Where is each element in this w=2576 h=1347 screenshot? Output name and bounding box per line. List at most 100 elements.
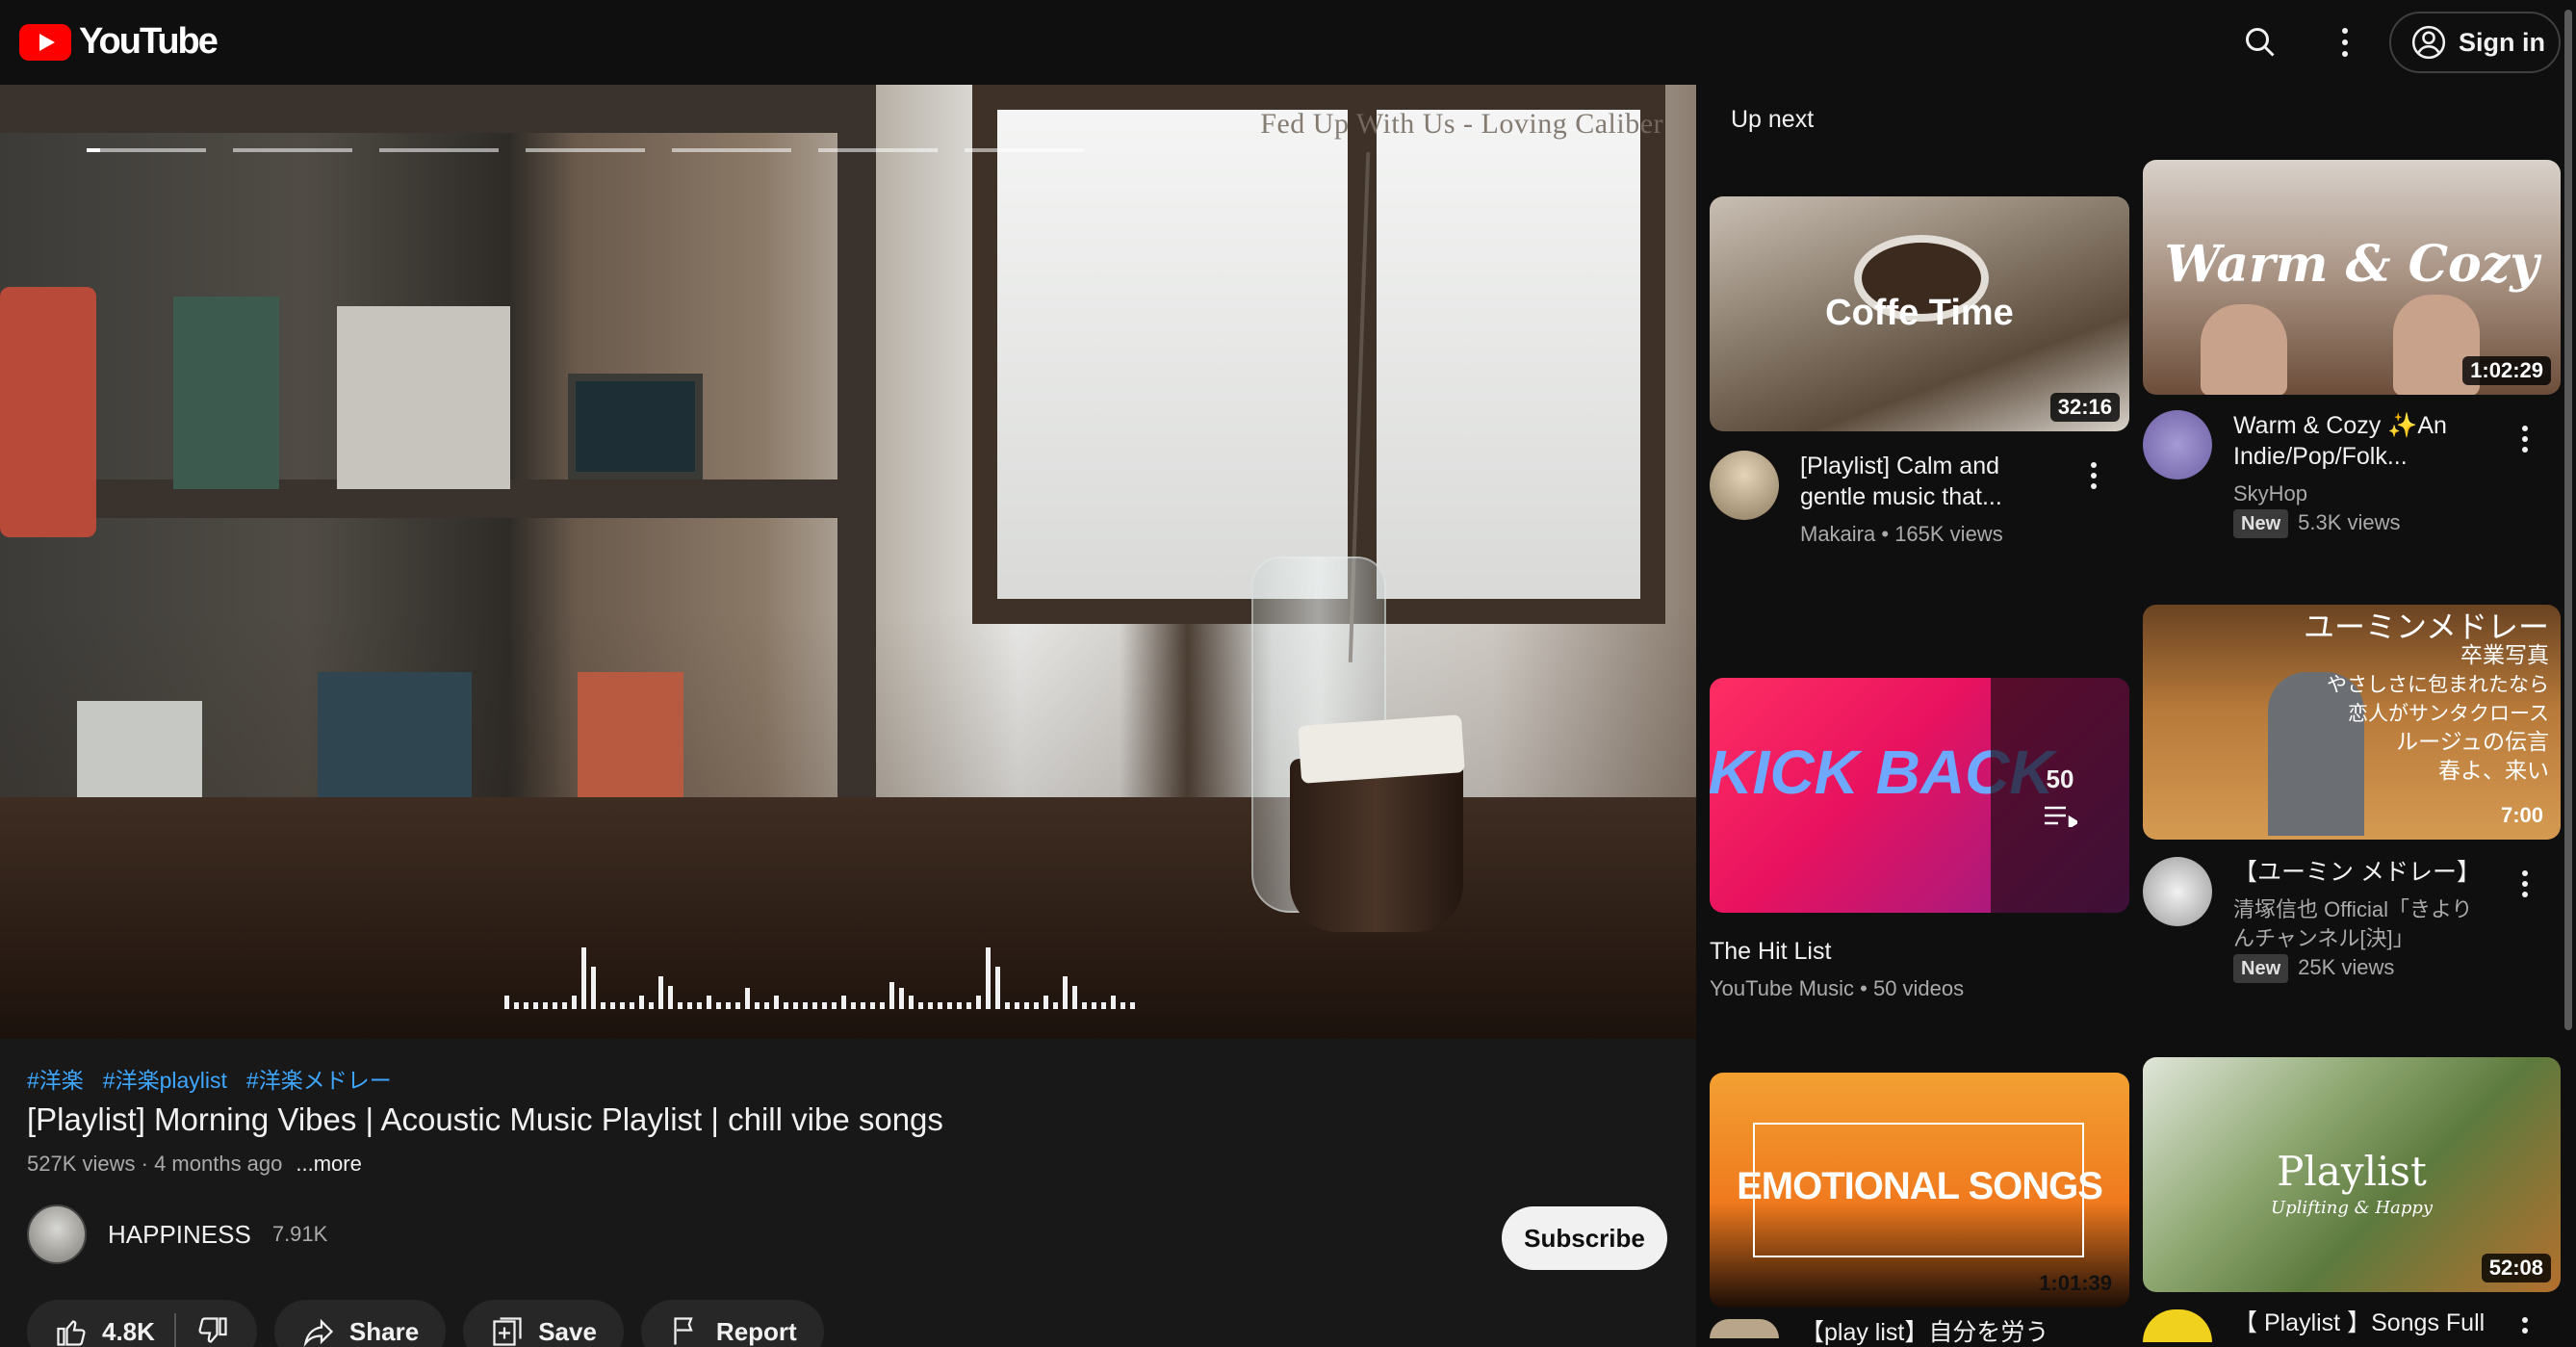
video-player[interactable]: Fed Up With Us - Loving Caliber [0,85,1696,1039]
red-jar [0,287,96,537]
subscribe-button[interactable]: Subscribe [1502,1206,1667,1270]
recommended-video[interactable]: EMOTIONAL SONGS 1:01:39 【play list】自分を労う [1710,1073,2129,1347]
visualizer-bar [553,1002,557,1009]
visualizer-bar [514,1002,519,1009]
thumbnail-title: Warm & Cozy [2164,235,2539,294]
more-actions-icon[interactable] [2089,462,2099,489]
scrollbar[interactable] [2564,10,2572,1030]
visualizer-bar [1092,1002,1096,1009]
channel-name[interactable]: HAPPINESS [108,1220,251,1250]
visualizer-bar [668,986,673,1009]
visualizer-bar [581,947,586,1009]
visualizer-bar [572,996,577,1009]
visualizer-bar [1082,1002,1087,1009]
more-actions-icon[interactable] [2520,870,2530,897]
share-button[interactable]: Share [273,1300,447,1347]
video-thumbnail[interactable]: EMOTIONAL SONGS 1:01:39 [1710,1073,2129,1308]
subscriber-count: 7.91K [271,1222,328,1246]
playlist-thumbnail[interactable]: KICK BACK 50 [1710,678,2129,913]
visualizer-bar [899,988,904,1009]
hashtag-link[interactable]: #洋楽playlist [103,1062,227,1095]
more-options-icon[interactable] [2324,21,2366,64]
visualizer-bar [687,1002,692,1009]
channel-avatar[interactable] [2143,1309,2212,1342]
like-count[interactable]: 4.8K [102,1317,155,1347]
box [337,306,510,489]
visualizer-bar [784,1002,788,1009]
shelf-side [837,85,876,797]
playlist-icon [2045,806,2077,827]
recommended-video[interactable]: Warm & Cozy 1:02:29 Warm & Cozy ✨An Indie… [2143,160,2561,538]
visualizer-bar [726,1002,731,1009]
visualizer-bar [735,1002,740,1009]
playlist-count-overlay: 50 [1991,678,2129,913]
recommended-video[interactable]: Coffe Time 32:16 [Playlist] Calm and gent… [1710,196,2129,549]
report-button[interactable]: Report [640,1300,824,1347]
save-button[interactable]: Save [463,1300,624,1347]
playlist-count: 50 [2046,764,2074,793]
channel-avatar[interactable] [2143,410,2212,479]
visualizer-bar [803,1002,808,1009]
video-duration: 1:01:39 [2039,1271,2112,1295]
playlist-title: The Hit List [1710,938,1832,965]
thumbs-down-icon[interactable] [195,1314,230,1347]
like-dislike-group: 4.8K [27,1300,257,1347]
thumbnail-subtitle: Uplifting & Happy [2270,1198,2434,1218]
more-actions-icon[interactable] [2520,426,2530,453]
video-thumbnail[interactable]: Coffe Time 32:16 [1710,196,2129,431]
napkins [1298,714,1465,784]
cup [1290,759,1463,932]
hashtag-link[interactable]: #洋楽メドレー [246,1062,392,1095]
visualizer-bar [1034,1002,1039,1009]
visualizer-bar [524,1002,528,1009]
thumbnail-text: ユーミンメドレー 卒業写真 やさしさに包まれたなら 恋人がサンタクロース ルージ… [2303,609,2549,784]
video-thumbnail[interactable]: Warm & Cozy 1:02:29 [2143,160,2561,395]
flag-icon [674,1317,693,1345]
window [972,85,1665,624]
visualizer-bar [755,1002,760,1009]
video-title: 【play list】自分を労う [1800,1319,2049,1346]
recommended-video[interactable]: Playlist Uplifting & Happy 52:08 【 Playl… [2143,1057,2561,1342]
visualizer-bar [764,1002,769,1009]
hashtag-link[interactable]: #洋楽 [27,1062,84,1095]
visualizer-bar [1043,996,1048,1009]
visualizer-bar [938,1002,942,1009]
search-icon[interactable] [2239,21,2281,64]
visualizer-bar [745,988,750,1009]
youtube-logo[interactable]: YouTube [19,21,219,63]
more-actions-icon[interactable] [2520,1317,2530,1334]
more-button[interactable]: ...more [296,1152,361,1177]
visualizer-bar [707,996,711,1009]
sign-in-button[interactable]: Sign in [2389,12,2561,73]
thumbs-up-icon[interactable] [54,1314,89,1347]
visualizer-bar [504,996,509,1009]
visualizer-bar [870,1002,875,1009]
visualizer-bar [1063,976,1068,1009]
video-thumbnail[interactable]: ユーミンメドレー 卒業写真 やさしさに包まれたなら 恋人がサンタクロース ルージ… [2143,605,2561,840]
sign-in-label: Sign in [2459,27,2545,57]
view-count: 527K views [27,1152,136,1176]
channel-avatar[interactable] [2143,857,2212,926]
video-thumbnail[interactable]: Playlist Uplifting & Happy 52:08 [2143,1057,2561,1292]
channel-avatar[interactable] [1710,451,1779,520]
recommended-video[interactable]: ユーミンメドレー 卒業写真 やさしさに包まれたなら 恋人がサンタクロース ルージ… [2143,605,2561,983]
visualizer-bar [812,1002,817,1009]
visualizer-bar [1111,996,1116,1009]
video-info-panel: #洋楽 #洋楽playlist #洋楽メドレー [Playlist] Morni… [0,1039,1696,1347]
visualizer-bar [562,1002,567,1009]
visualizer-bar [851,1002,856,1009]
channel-avatar[interactable] [27,1205,87,1264]
video-meta: 527K views · 4 months ago ...more [27,1152,362,1177]
visualizer-bar [909,996,914,1009]
audio-visualizer [504,947,1135,1009]
recommended-playlist[interactable]: KICK BACK 50 The Hit List YouTube Music … [1710,678,2129,1003]
visualizer-bar [1121,1002,1125,1009]
visualizer-bar [793,1002,798,1009]
new-badge: New [2233,954,2289,983]
video-duration: 52:08 [2481,1254,2551,1282]
channel-avatar[interactable] [1710,1319,1779,1338]
visualizer-bar [1005,1002,1010,1009]
visualizer-bar [976,996,981,1009]
visualizer-bar [928,1002,933,1009]
share-icon [303,1318,334,1347]
